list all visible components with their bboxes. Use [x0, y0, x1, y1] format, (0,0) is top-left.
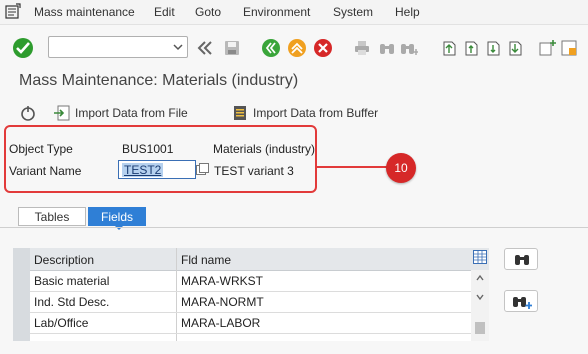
binoculars-icon	[515, 255, 529, 265]
cell-description: Ind. Std Desc.	[34, 295, 110, 309]
menu-bar: Mass maintenance Edit Goto Environment S…	[0, 0, 588, 25]
back-arrows-icon[interactable]	[196, 39, 214, 57]
find-next-icon[interactable]	[400, 39, 418, 57]
import-data-from-buffer-button[interactable]: Import Data from Buffer	[231, 104, 411, 122]
find-next-in-table-button[interactable]	[504, 290, 538, 312]
application-toolbar: Import Data from File Import Data from B…	[0, 96, 588, 126]
cell-fld-name: MARA-NORMT	[181, 295, 264, 309]
scroll-up-icon[interactable]	[475, 273, 485, 283]
cell-description: Lab/Office	[34, 316, 89, 330]
command-field[interactable]	[48, 36, 188, 58]
import-buffer-icon	[234, 106, 246, 120]
scroll-down-icon[interactable]	[475, 292, 485, 302]
menu-mass-maintenance[interactable]: Mass maintenance	[34, 5, 135, 19]
page-title: Mass Maintenance: Materials (industry)	[19, 72, 299, 89]
table-row[interactable]	[30, 333, 471, 354]
cell-fld-name: MARA-LABOR	[181, 316, 261, 330]
execute-icon[interactable]	[19, 104, 37, 122]
sap-menu-icon[interactable]	[5, 3, 21, 19]
tab-fields[interactable]: Fields	[88, 207, 146, 226]
cell-fld-name: MARA-WRKST	[181, 274, 263, 288]
next-page-icon[interactable]	[484, 39, 502, 57]
first-page-icon[interactable]	[440, 39, 458, 57]
annotation-step-badge: 10	[386, 153, 416, 183]
back-icon[interactable]	[262, 39, 280, 57]
table-settings-icon[interactable]	[473, 250, 487, 264]
table-row[interactable]: Lab/Office MARA-LABOR	[30, 312, 471, 334]
menu-system[interactable]: System	[333, 5, 373, 19]
tab-tables[interactable]: Tables	[18, 207, 86, 226]
save-icon[interactable]	[223, 39, 241, 57]
tab-divider	[0, 227, 588, 228]
table-row[interactable]: Basic material MARA-WRKST	[30, 270, 471, 292]
standard-toolbar	[0, 25, 588, 71]
binoculars-plus-icon	[513, 297, 532, 309]
find-icon[interactable]	[378, 39, 396, 57]
import-file-icon	[54, 105, 70, 121]
import-data-from-file-label: Import Data from File	[75, 106, 188, 120]
scroll-thumb[interactable]	[475, 322, 485, 334]
import-data-from-file-button[interactable]: Import Data from File	[53, 104, 213, 122]
table-header: Description Fld name	[13, 248, 489, 271]
chevron-down-icon[interactable]	[172, 41, 184, 53]
find-in-table-button[interactable]	[504, 248, 538, 270]
print-icon[interactable]	[353, 39, 371, 57]
column-header-fld-name[interactable]: Fld name	[181, 253, 231, 267]
enter-icon[interactable]	[13, 38, 33, 58]
annotation-connector-line	[317, 166, 387, 168]
last-page-icon[interactable]	[506, 39, 524, 57]
previous-page-icon[interactable]	[462, 39, 480, 57]
menu-goto[interactable]: Goto	[195, 5, 221, 19]
table-row[interactable]: Ind. Std Desc. MARA-NORMT	[30, 291, 471, 313]
annotation-highlight-box	[4, 125, 317, 193]
layout-menu-icon[interactable]	[560, 39, 578, 57]
menu-help[interactable]: Help	[395, 5, 420, 19]
menu-environment[interactable]: Environment	[243, 5, 310, 19]
cell-description: Basic material	[34, 274, 110, 288]
cancel-icon[interactable]	[314, 39, 332, 57]
menu-edit[interactable]: Edit	[154, 5, 175, 19]
create-session-icon[interactable]	[538, 39, 556, 57]
column-header-description[interactable]: Description	[34, 253, 94, 267]
import-data-from-buffer-label: Import Data from Buffer	[253, 106, 379, 120]
fields-table: Description Fld name Basic material MARA…	[13, 248, 489, 341]
vertical-scrollbar[interactable]	[471, 270, 489, 341]
exit-icon[interactable]	[288, 39, 306, 57]
row-selector-column[interactable]	[13, 248, 30, 341]
